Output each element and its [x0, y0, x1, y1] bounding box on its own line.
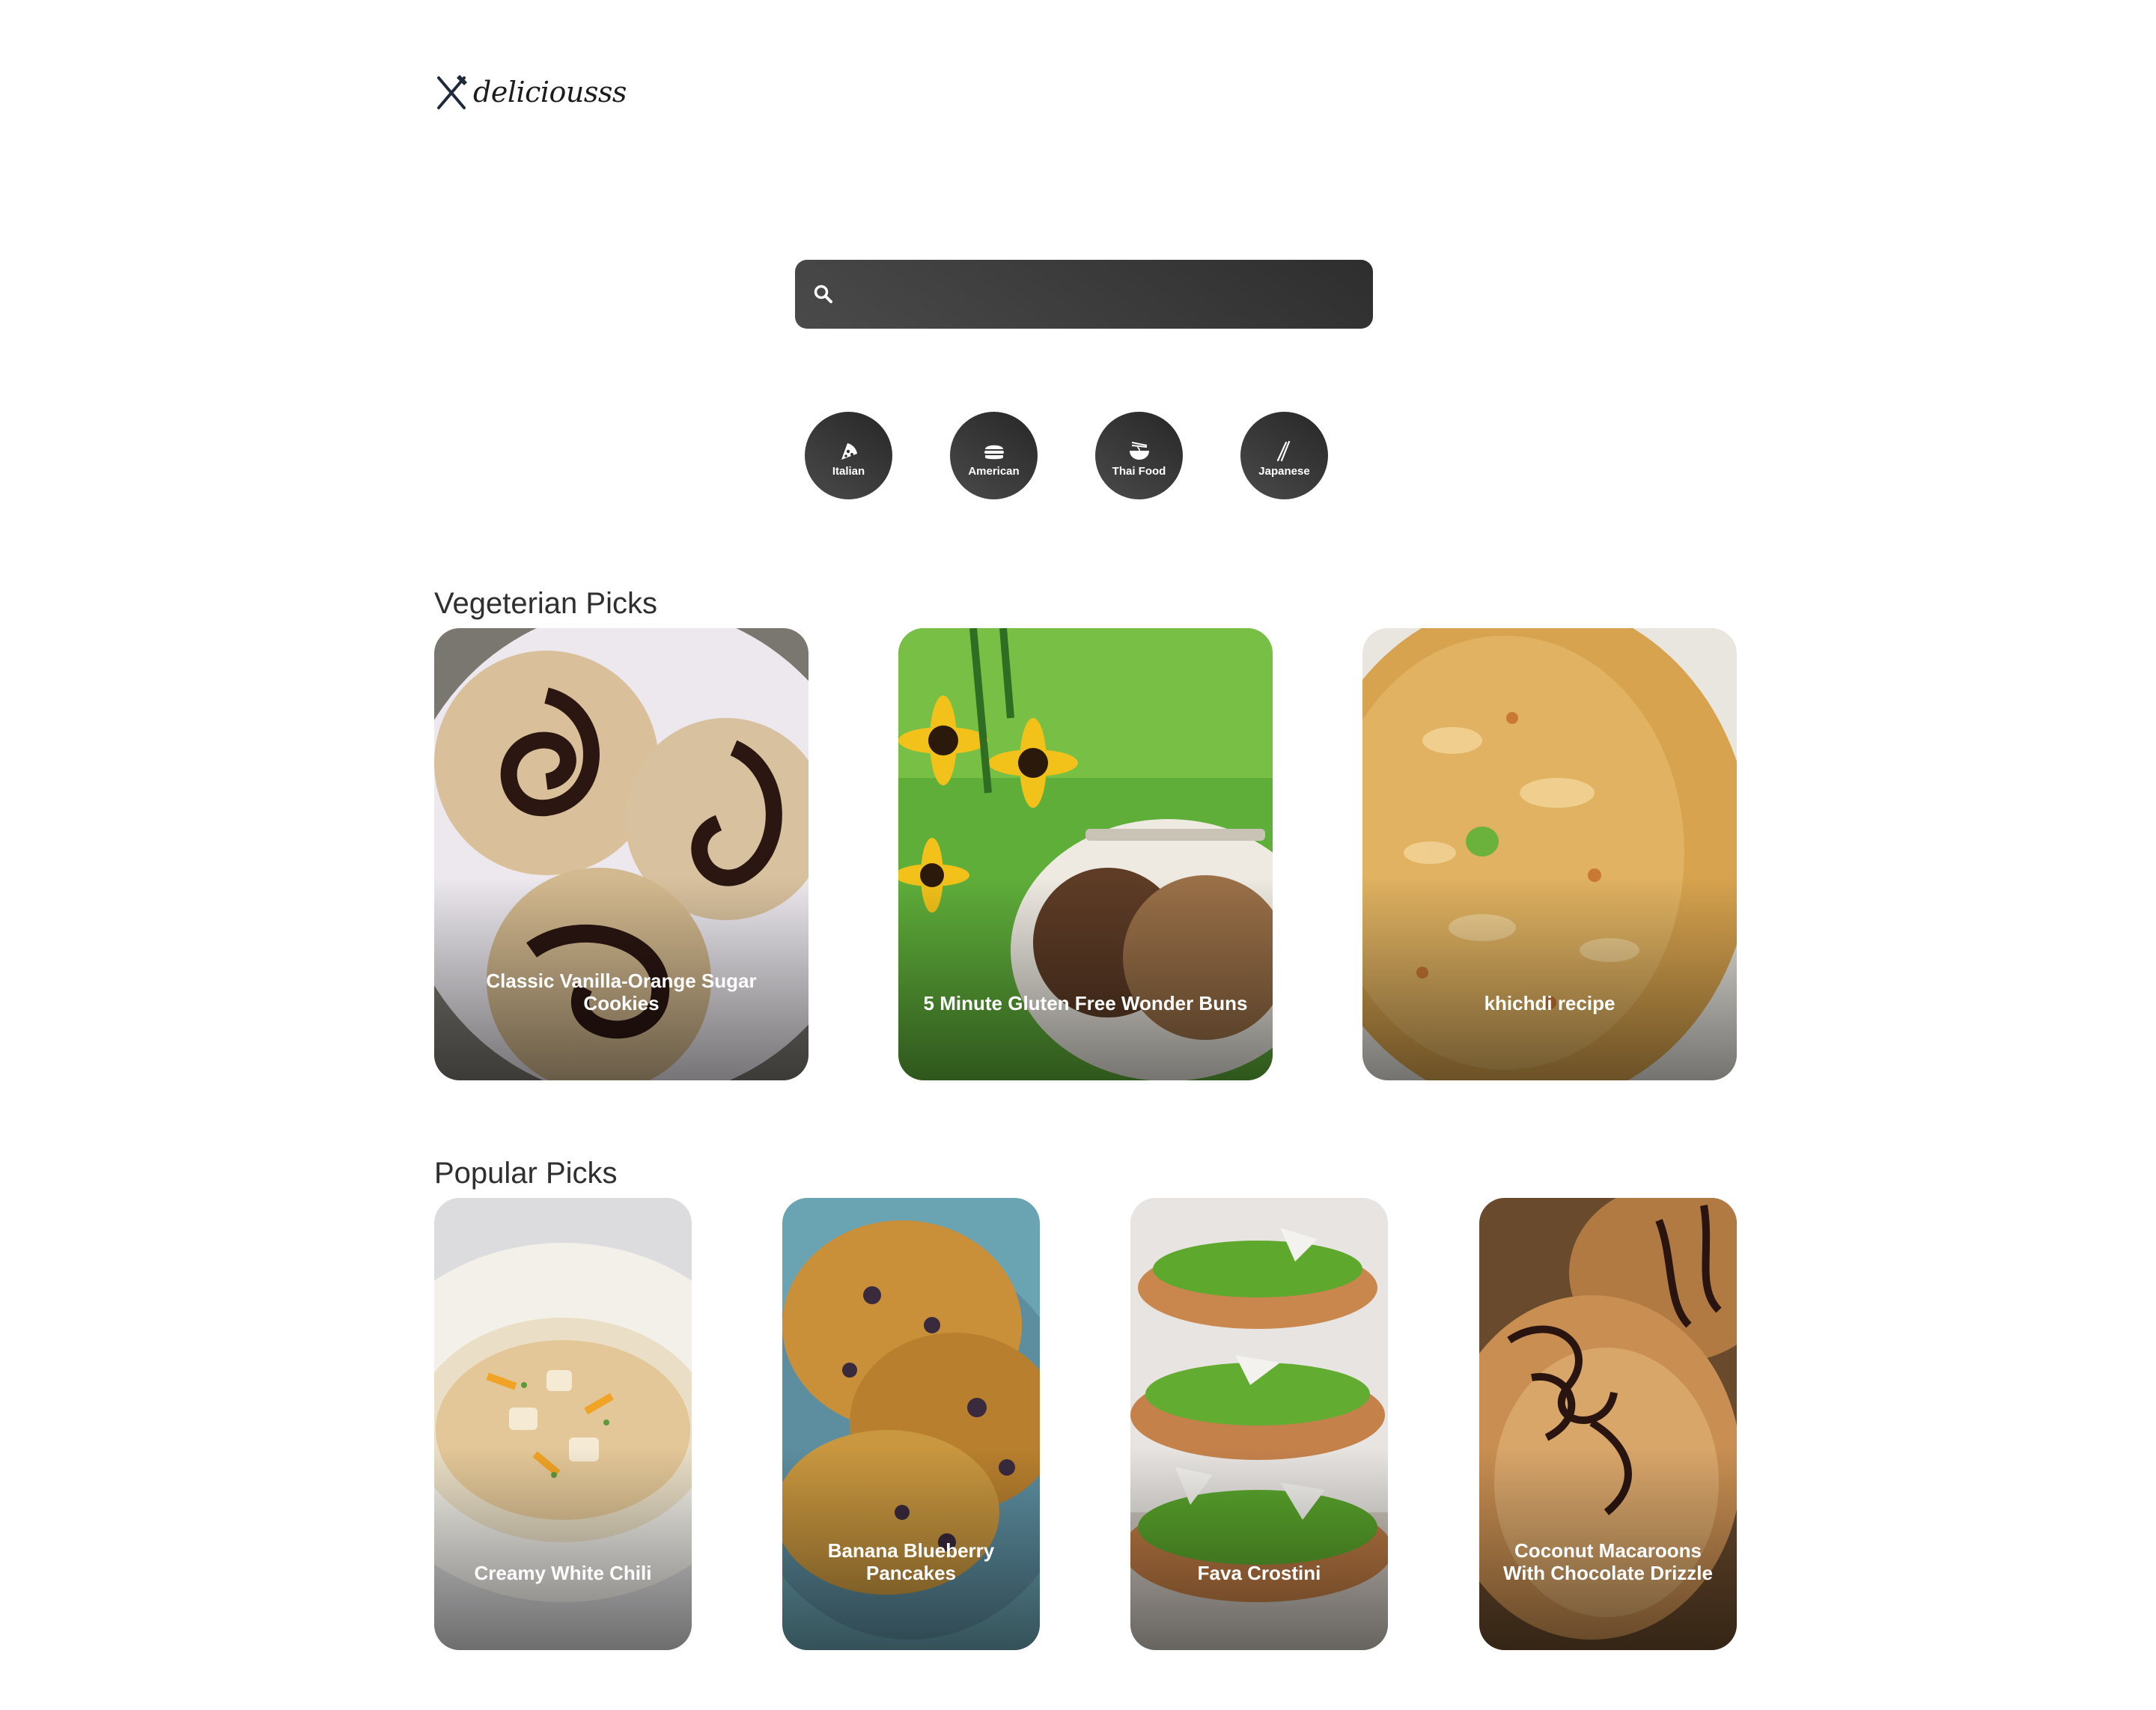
search-bar[interactable] — [795, 260, 1373, 329]
recipe-title: Coconut Macaroons With Chocolate Drizzle — [1502, 1539, 1713, 1584]
category-label: American — [968, 465, 1020, 478]
burger-icon — [984, 445, 1004, 460]
category-thai[interactable]: Thai Food — [1095, 412, 1183, 499]
recipe-title: khichdi recipe — [1484, 992, 1616, 1014]
search-input[interactable] — [834, 260, 1373, 329]
recipe-card[interactable]: Banana Blueberry Pancakes — [782, 1198, 1040, 1650]
recipe-title: Fava Crostini — [1197, 1562, 1321, 1584]
category-label: Italian — [832, 465, 865, 478]
recipe-title: Classic Vanilla-Orange Sugar Cookies — [486, 970, 757, 1014]
noodle-bowl-icon — [1129, 442, 1149, 460]
popular-section-title: Popular Picks — [434, 1157, 618, 1190]
recipe-card[interactable]: Classic Vanilla-Orange Sugar Cookies — [434, 628, 808, 1080]
veggie-section-title: Vegeterian Picks — [434, 587, 657, 620]
pizza-icon — [841, 443, 857, 460]
recipe-card[interactable]: khichdi recipe — [1362, 628, 1737, 1080]
category-italian[interactable]: Italian — [805, 412, 892, 499]
recipe-card[interactable]: Fava Crostini — [1130, 1198, 1388, 1650]
category-label: Thai Food — [1112, 465, 1166, 478]
logo[interactable]: deliciousss — [434, 73, 627, 111]
search-icon — [814, 285, 832, 303]
category-label: Japanese — [1258, 465, 1310, 478]
chopsticks-icon — [1276, 440, 1290, 462]
fork-knife-icon — [437, 75, 467, 109]
category-american[interactable]: American — [950, 412, 1038, 499]
recipe-card[interactable]: 5 Minute Gluten Free Wonder Buns — [898, 628, 1273, 1080]
recipe-title: Creamy White Chili — [474, 1562, 652, 1584]
category-list: Italian American Thai Food Japanese — [805, 412, 1328, 499]
recipe-card[interactable]: Coconut Macaroons With Chocolate Drizzle — [1479, 1198, 1737, 1650]
logo-text: deliciousss — [473, 76, 627, 109]
category-japanese[interactable]: Japanese — [1240, 412, 1328, 499]
recipe-title: Banana Blueberry Pancakes — [827, 1539, 995, 1584]
recipe-title: 5 Minute Gluten Free Wonder Buns — [923, 992, 1248, 1014]
recipe-card[interactable]: Creamy White Chili — [434, 1198, 692, 1650]
